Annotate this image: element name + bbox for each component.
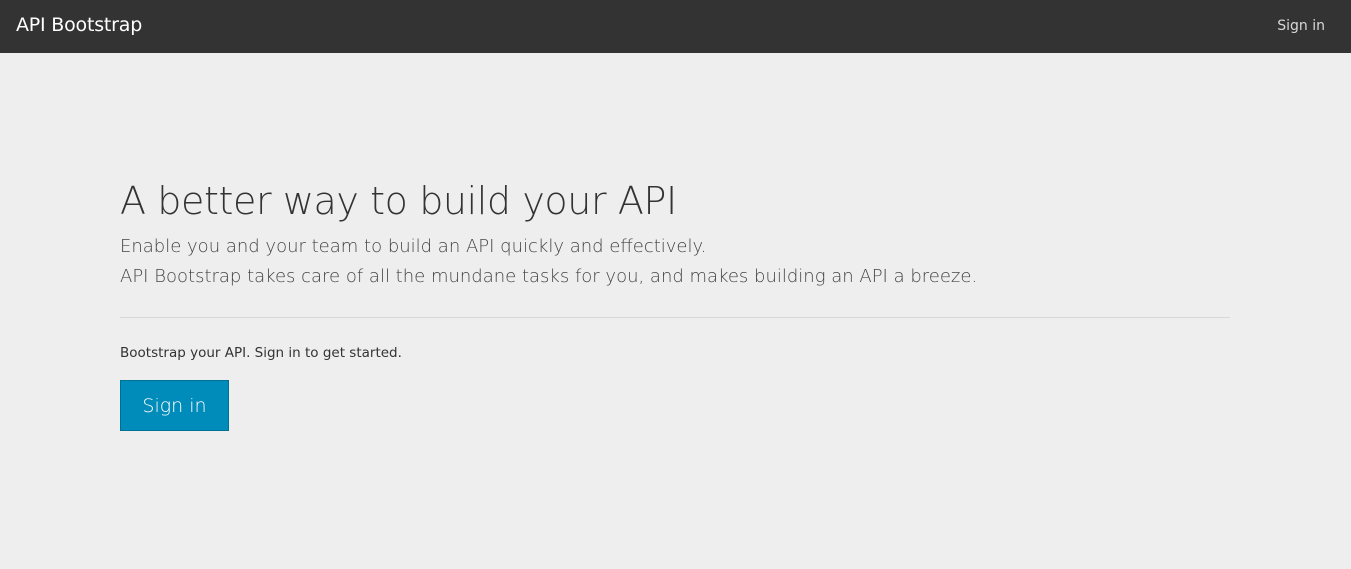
signin-prompt: Bootstrap your API. Sign in to get start… [120,345,402,361]
nav-signin-link[interactable]: Sign in [1277,18,1325,34]
brand-link[interactable]: API Bootstrap [16,14,142,36]
top-navbar: API Bootstrap Sign in [0,0,1351,53]
hero-title: A better way to build your API [120,179,677,223]
hero-description-line-1: Enable you and your team to build an API… [120,236,707,257]
section-divider [120,317,1230,318]
hero-description-line-2: API Bootstrap takes care of all the mund… [120,266,978,287]
signin-button[interactable]: Sign in [120,380,229,431]
